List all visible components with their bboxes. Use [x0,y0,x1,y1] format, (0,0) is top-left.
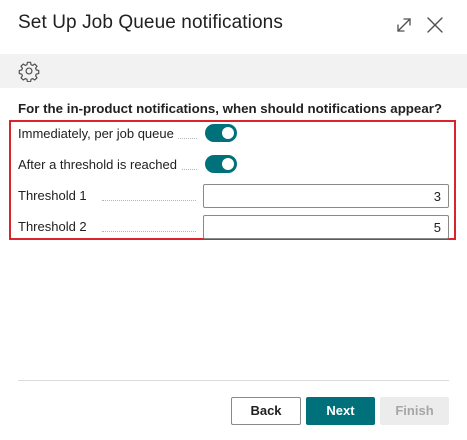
toggle-knob [222,127,234,139]
threshold-toggle[interactable] [205,155,237,173]
dialog-title: Set Up Job Queue notifications [18,12,283,33]
finish-button[interactable]: Finish [380,397,449,425]
gear-icon[interactable] [18,60,40,83]
field-immediately-per-job-queue: Immediately, per job queue [18,122,448,146]
close-icon[interactable] [424,14,446,36]
field-after-threshold-reached: After a threshold is reached [18,153,448,177]
field-label: After a threshold is reached [18,157,181,172]
threshold-1-input[interactable] [203,184,449,208]
expand-icon[interactable] [393,14,415,36]
field-threshold-1: Threshold 1 [18,184,449,208]
back-button[interactable]: Back [231,397,301,425]
field-label: Immediately, per job queue [18,126,178,141]
footer-divider [18,380,449,381]
threshold-2-input[interactable] [203,215,449,239]
immediately-toggle[interactable] [205,124,237,142]
label-leader-dots [102,231,196,232]
field-threshold-2: Threshold 2 [18,215,449,239]
action-bar [0,54,467,88]
dialog-header: Set Up Job Queue notifications [0,0,467,52]
toggle-knob [222,158,234,170]
field-label: Threshold 1 [18,188,91,203]
label-leader-dots [102,200,196,201]
instruction-text: For the in-product notifications, when s… [18,101,443,116]
field-label: Threshold 2 [18,219,91,234]
next-button[interactable]: Next [306,397,375,425]
